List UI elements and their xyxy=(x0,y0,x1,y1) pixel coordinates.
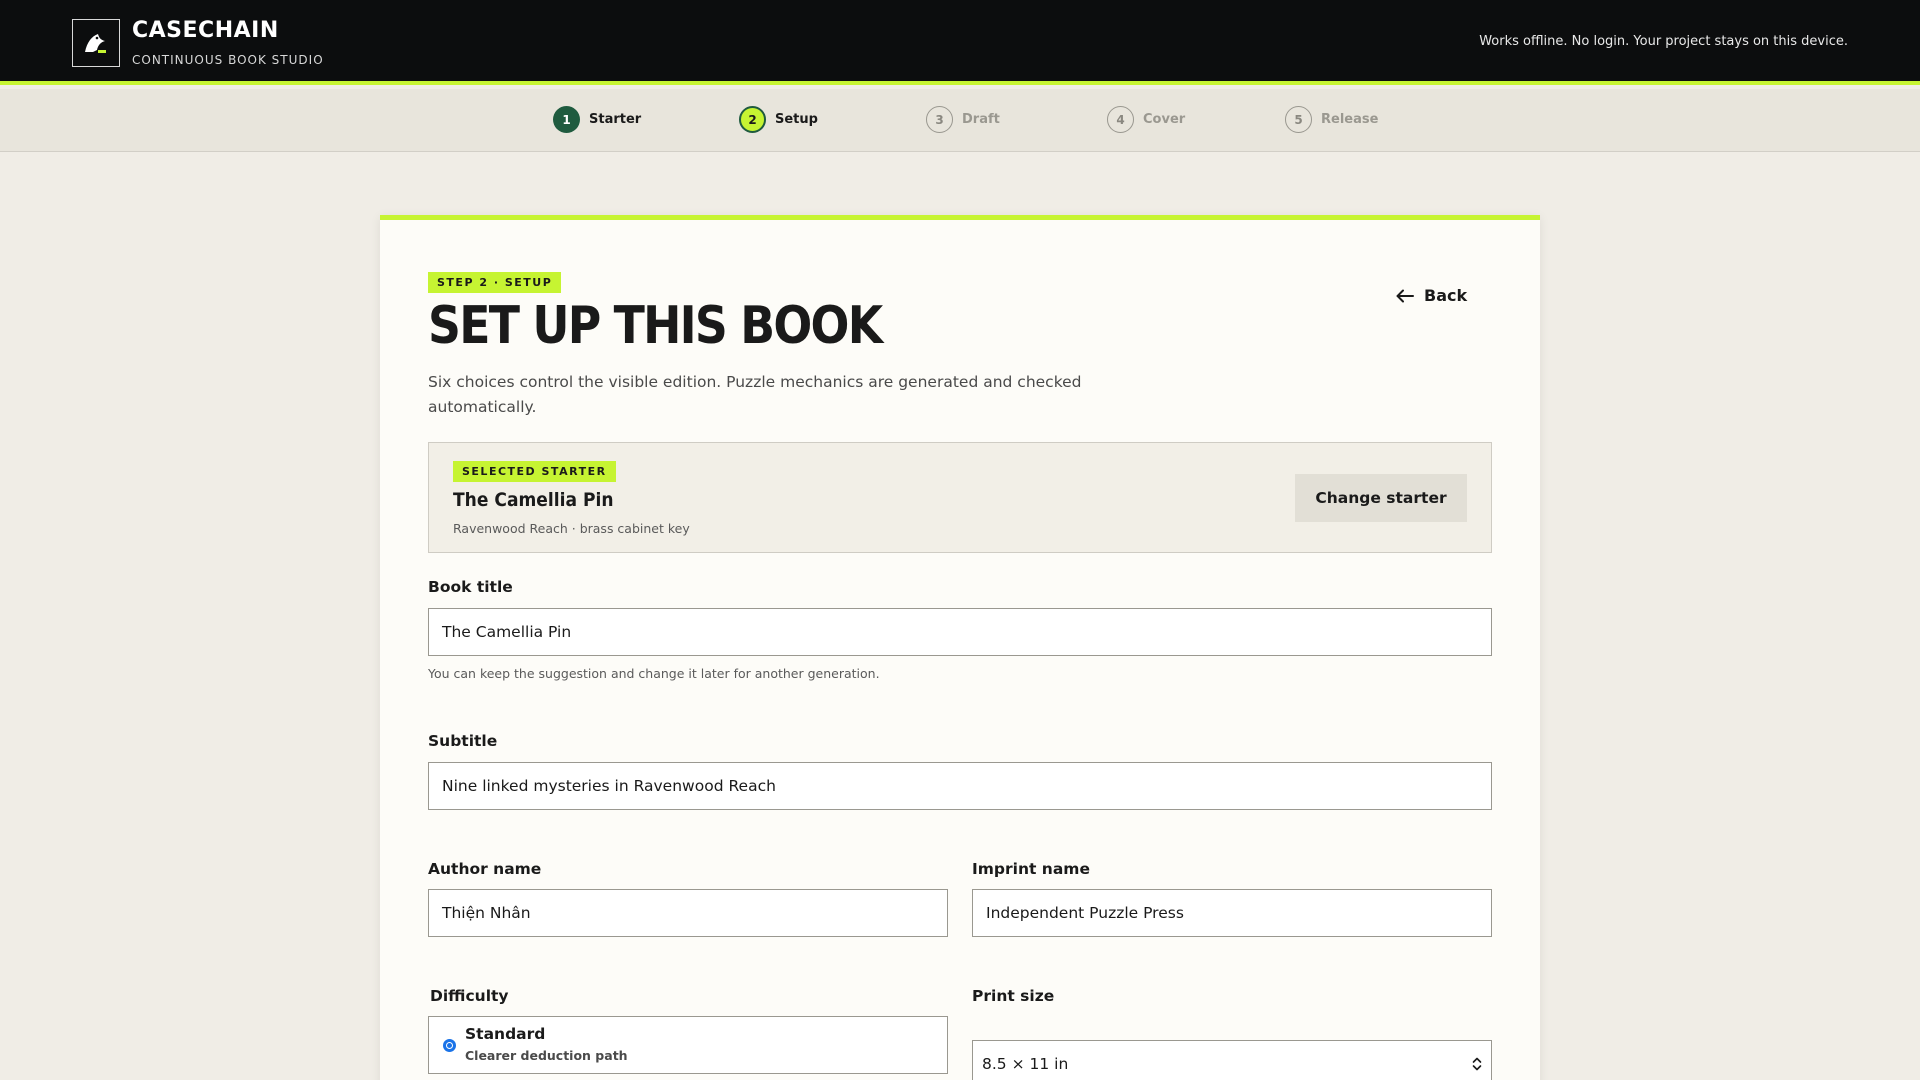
subtitle-value: Nine linked mysteries in Ravenwood Reach xyxy=(442,777,776,795)
back-label: Back xyxy=(1424,286,1468,305)
step-number: 2 xyxy=(739,106,766,133)
author-name-label: Author name xyxy=(428,860,542,878)
change-starter-button[interactable]: Change starter xyxy=(1295,474,1467,522)
step-badge: STEP 2 · SETUP xyxy=(428,272,562,293)
step-label: Cover xyxy=(1143,112,1186,127)
bird-logo-icon xyxy=(85,34,106,53)
brand-name: CASECHAIN xyxy=(132,18,279,43)
page-title: SET UP THIS BOOK xyxy=(428,296,883,356)
selected-starter-panel: SELECTED STARTER The Camellia Pin Ravenw… xyxy=(428,442,1492,553)
setup-card: STEP 2 · SETUP SET UP THIS BOOK Six choi… xyxy=(380,215,1540,1080)
progress-stepper: 1 Starter 2 Setup 3 Draft 4 Cover 5 Rele… xyxy=(0,89,1920,152)
step-release[interactable]: 5 Release xyxy=(1285,106,1378,133)
step-number: 4 xyxy=(1107,106,1134,133)
back-button[interactable]: Back xyxy=(1396,286,1467,305)
step-label: Draft xyxy=(962,112,1000,127)
book-title-hint: You can keep the suggestion and change i… xyxy=(428,666,880,681)
step-number: 3 xyxy=(926,106,953,133)
author-name-input[interactable]: Thiện Nhân xyxy=(428,889,948,937)
starter-title: The Camellia Pin xyxy=(453,489,614,511)
print-size-label: Print size xyxy=(972,987,1055,1005)
step-setup[interactable]: 2 Setup xyxy=(739,106,818,133)
step-number: 5 xyxy=(1285,106,1312,133)
book-title-label: Book title xyxy=(428,578,513,596)
imprint-name-value: Independent Puzzle Press xyxy=(986,904,1184,922)
selected-starter-badge: SELECTED STARTER xyxy=(453,461,616,482)
arrow-left-icon xyxy=(1396,289,1414,302)
book-title-input[interactable]: The Camellia Pin xyxy=(428,608,1492,656)
step-cover[interactable]: 4 Cover xyxy=(1107,106,1185,133)
book-title-value: The Camellia Pin xyxy=(442,623,572,641)
radio-subtitle: Clearer deduction path xyxy=(465,1048,628,1063)
subtitle-label: Subtitle xyxy=(428,732,498,750)
subtitle-input[interactable]: Nine linked mysteries in Ravenwood Reach xyxy=(428,762,1492,810)
top-bar: CASECHAIN CONTINUOUS BOOK STUDIO Works o… xyxy=(0,0,1920,85)
step-draft[interactable]: 3 Draft xyxy=(926,106,1000,133)
intro-text: Six choices control the visible edition.… xyxy=(428,373,1082,416)
app-logo xyxy=(72,19,120,67)
print-size-select[interactable]: 8.5 × 11 in xyxy=(972,1040,1492,1080)
select-arrows-icon xyxy=(1472,1056,1482,1072)
print-size-value: 8.5 × 11 in xyxy=(982,1055,1069,1073)
step-label: Setup xyxy=(775,112,818,127)
step-label: Release xyxy=(1321,112,1379,127)
author-name-value: Thiện Nhân xyxy=(442,904,531,922)
radio-selected-icon[interactable] xyxy=(443,1039,456,1052)
radio-title: Standard xyxy=(465,1025,546,1043)
brand-tagline: CONTINUOUS BOOK STUDIO xyxy=(132,53,324,67)
step-label: Starter xyxy=(589,112,642,127)
step-number: 1 xyxy=(553,106,580,133)
offline-note: Works offline. No login. Your project st… xyxy=(1479,34,1848,49)
starter-meta: Ravenwood Reach · brass cabinet key xyxy=(453,521,690,536)
imprint-name-input[interactable]: Independent Puzzle Press xyxy=(972,889,1492,937)
difficulty-label: Difficulty xyxy=(430,987,509,1005)
imprint-name-label: Imprint name xyxy=(972,860,1090,878)
step-starter[interactable]: 1 Starter xyxy=(553,106,641,133)
difficulty-option-standard[interactable]: Standard Clearer deduction path xyxy=(428,1016,948,1074)
